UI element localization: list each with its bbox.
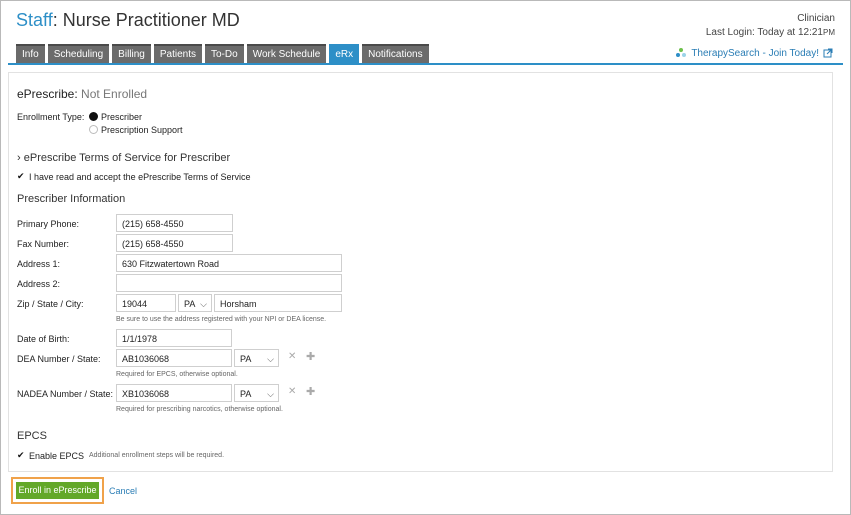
nadea-label: NADEA Number / State: (17, 389, 114, 399)
chevron-down-icon: ⌵ (267, 354, 274, 364)
dob-label: Date of Birth: (17, 334, 70, 344)
tab-billing[interactable]: Billing (112, 44, 151, 63)
external-link-icon (823, 48, 833, 58)
chevron-down-icon: ⌵ (200, 299, 207, 309)
add-dea-icon[interactable]: ✚ (306, 350, 315, 363)
enrollment-type-label: Enrollment Type: (17, 112, 85, 122)
tab-todo[interactable]: To-Do (205, 44, 244, 63)
dea-hint: Required for EPCS, otherwise optional. (116, 371, 238, 378)
terms-checkbox[interactable]: ✔ (17, 172, 26, 181)
nadea-state-select[interactable]: PA ⌵ (234, 384, 279, 402)
fax-input[interactable]: (215) 658-4550 (116, 234, 233, 252)
prescriber-info-heading: Prescriber Information (17, 193, 126, 205)
tab-patients[interactable]: Patients (153, 44, 202, 63)
nadea-hint: Required for prescribing narcotics, othe… (116, 406, 283, 413)
state-select[interactable]: PA ⌵ (178, 294, 212, 312)
tab-scheduling[interactable]: Scheduling (47, 44, 110, 63)
add-nadea-icon[interactable]: ✚ (306, 385, 315, 398)
therapy-search-link[interactable]: TherapySearch - Join Today! (675, 47, 833, 59)
enroll-button[interactable]: Enroll in ePrescribe (16, 482, 99, 499)
fax-label: Fax Number: (17, 239, 70, 249)
radio-prescriber-label[interactable]: Prescriber (101, 112, 142, 122)
nadea-input[interactable]: XB1036068 (116, 384, 232, 402)
dea-label: DEA Number / State: (17, 354, 101, 364)
dea-input[interactable]: AB1036068 (116, 349, 232, 367)
address1-label: Address 1: (17, 259, 61, 269)
therapy-search-label[interactable]: TherapySearch - Join Today! (691, 48, 819, 59)
enroll-highlight: Enroll in ePrescribe (11, 477, 104, 504)
zip-state-city-label: Zip / State / City: (17, 299, 84, 309)
nadea-state-value: PA (240, 389, 252, 399)
address2-label: Address 2: (17, 279, 61, 289)
radio-prescription-support-label[interactable]: Prescription Support (101, 125, 183, 135)
eprescribe-heading: ePrescribe: Not Enrolled (17, 87, 147, 101)
tab-info[interactable]: Info (16, 44, 45, 63)
tab-erx[interactable]: eRx (329, 44, 360, 63)
city-input[interactable]: Horsham (214, 294, 342, 312)
last-login-text: Last Login: Today at 12:21 (705, 27, 823, 38)
remove-dea-icon[interactable]: ✕ (288, 351, 296, 362)
page-title-text: : Nurse Practitioner MD (52, 10, 240, 30)
zip-input[interactable]: 19044 (116, 294, 176, 312)
radio-prescriber[interactable] (89, 112, 98, 121)
last-login-suffix: PM (823, 28, 835, 37)
zip-hint: Be sure to use the address registered wi… (116, 316, 327, 323)
therapy-search-icon (676, 48, 687, 57)
chevron-right-icon: › (17, 152, 21, 164)
enable-epcs-checkbox[interactable]: ✔ (17, 451, 26, 460)
address2-input[interactable] (116, 274, 342, 292)
terms-toggle[interactable]: › ePrescribe Terms of Service for Prescr… (17, 152, 230, 164)
primary-phone-label: Primary Phone: (17, 219, 80, 229)
enable-epcs-label[interactable]: Enable EPCS (29, 451, 84, 461)
tab-work-schedule[interactable]: Work Schedule (246, 44, 327, 63)
tab-underline (8, 63, 843, 65)
epcs-hint: Additional enrollment steps will be requ… (89, 452, 225, 459)
tab-notifications[interactable]: Notifications (362, 44, 429, 63)
eprescribe-heading-label: ePrescribe: (17, 87, 78, 101)
cancel-link[interactable]: Cancel (109, 486, 137, 496)
state-value: PA (184, 299, 196, 309)
address1-input[interactable]: 630 Fitzwatertown Road (116, 254, 342, 272)
enrollment-status: Not Enrolled (81, 87, 148, 101)
page-title: Staff: Nurse Practitioner MD (16, 10, 240, 31)
dea-state-select[interactable]: PA ⌵ (234, 349, 279, 367)
terms-accept-label[interactable]: I have read and accept the ePrescribe Te… (29, 172, 250, 182)
epcs-heading: EPCS (17, 430, 47, 442)
staff-link[interactable]: Staff (16, 10, 53, 30)
tab-bar: Info Scheduling Billing Patients To-Do W… (16, 44, 429, 63)
last-login: Last Login: Today at 12:21PM (706, 27, 835, 38)
radio-prescription-support[interactable] (89, 125, 98, 134)
dob-input[interactable]: 1/1/1978 (116, 329, 232, 347)
terms-heading[interactable]: ePrescribe Terms of Service for Prescrib… (24, 152, 230, 164)
primary-phone-input[interactable]: (215) 658-4550 (116, 214, 233, 232)
dea-state-value: PA (240, 354, 252, 364)
chevron-down-icon: ⌵ (267, 389, 274, 399)
user-role: Clinician (797, 13, 835, 24)
remove-nadea-icon[interactable]: ✕ (288, 386, 296, 397)
